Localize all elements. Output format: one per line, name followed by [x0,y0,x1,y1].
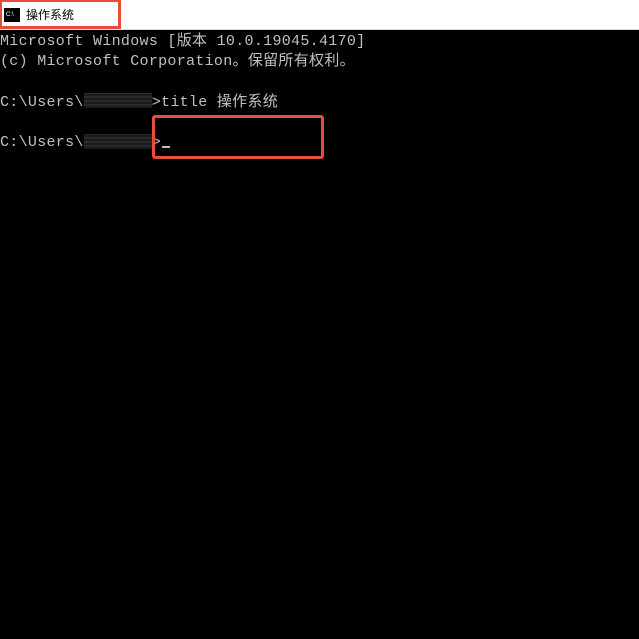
redacted-username-1 [84,93,152,108]
terminal-area[interactable]: Microsoft Windows [版本 10.0.19045.4170] (… [0,30,639,639]
cursor [162,146,170,148]
cmd-window: 操作系统 Microsoft Windows [版本 10.0.19045.41… [0,0,639,639]
command-input-1: title 操作系统 [161,94,278,111]
terminal-line-copyright: (c) Microsoft Corporation。保留所有权利。 [0,52,639,72]
terminal-blank-line-2 [0,113,639,133]
terminal-prompt-line-2: C:\Users\ > [0,133,639,153]
window-titlebar[interactable]: 操作系统 [0,0,639,30]
terminal-prompt-line-1: C:\Users\ >title 操作系统 [0,93,639,113]
terminal-blank-line [0,73,639,93]
prompt-prefix-1: C:\Users\ [0,94,84,111]
cmd-icon [4,8,20,22]
terminal-line-version: Microsoft Windows [版本 10.0.19045.4170] [0,32,639,52]
prompt-suffix-2: > [152,134,161,151]
window-title: 操作系统 [26,6,74,23]
prompt-suffix-1: > [152,94,161,111]
titlebar-content: 操作系统 [4,6,74,23]
prompt-prefix-2: C:\Users\ [0,134,84,151]
redacted-username-2 [84,134,152,149]
